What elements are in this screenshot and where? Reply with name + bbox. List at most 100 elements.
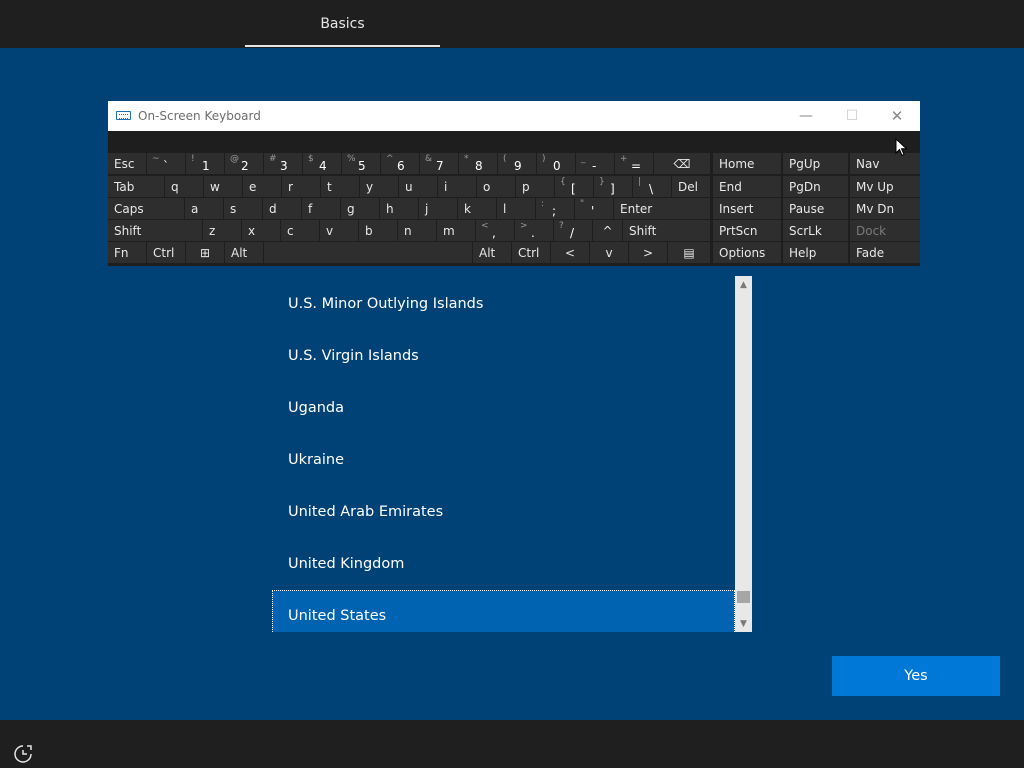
key-space[interactable] bbox=[264, 242, 472, 263]
key-s[interactable]: s bbox=[224, 198, 262, 219]
key-end[interactable]: End bbox=[713, 176, 781, 197]
list-scrollbar[interactable]: ▲ ▼ bbox=[735, 276, 752, 632]
key-left[interactable]: < bbox=[551, 242, 589, 263]
key-scrlk[interactable]: ScrLk bbox=[783, 220, 848, 241]
key-0[interactable]: ) 0 bbox=[537, 153, 575, 174]
yes-button[interactable]: Yes bbox=[832, 656, 1000, 696]
key-pause[interactable]: Pause bbox=[783, 198, 848, 219]
key-u[interactable]: u bbox=[399, 176, 437, 197]
key-tab[interactable]: Tab bbox=[108, 176, 164, 197]
key-insert[interactable]: Insert bbox=[713, 198, 781, 219]
key-slash[interactable]: ? / bbox=[554, 220, 592, 241]
key-rctrl[interactable]: Ctrl bbox=[512, 242, 550, 263]
key-lbracket[interactable]: {[ bbox=[555, 176, 593, 197]
key-caps[interactable]: Caps bbox=[108, 198, 184, 219]
key-w[interactable]: w bbox=[204, 176, 242, 197]
key-4[interactable]: $4 bbox=[303, 153, 341, 174]
key-p[interactable]: p bbox=[516, 176, 554, 197]
key-lshift[interactable]: Shift bbox=[108, 220, 202, 241]
key-2[interactable]: @2 bbox=[225, 153, 263, 174]
key-q[interactable]: q bbox=[165, 176, 203, 197]
key-help[interactable]: Help bbox=[783, 242, 848, 263]
key-g[interactable]: g bbox=[341, 198, 379, 219]
key-period[interactable]: >. bbox=[515, 220, 553, 241]
key-l[interactable]: l bbox=[497, 198, 535, 219]
key-semicolon[interactable]: :; bbox=[536, 198, 574, 219]
key-esc[interactable]: Esc bbox=[108, 153, 146, 174]
key-down[interactable]: v bbox=[590, 242, 628, 263]
list-item[interactable]: United Arab Emirates bbox=[272, 486, 735, 538]
key-minus[interactable]: _ - bbox=[576, 153, 614, 174]
key-del[interactable]: Del bbox=[672, 176, 710, 197]
key-menu[interactable]: ▤ bbox=[668, 242, 710, 263]
key-win[interactable]: ⊞ bbox=[186, 242, 224, 263]
maximize-icon[interactable]: ☐ bbox=[829, 101, 875, 131]
key-e[interactable]: e bbox=[243, 176, 281, 197]
key-nav[interactable]: Nav bbox=[850, 153, 920, 174]
ease-of-access-icon[interactable] bbox=[12, 743, 34, 765]
key-5[interactable]: % 5 bbox=[342, 153, 380, 174]
key-backslash[interactable]: | \ bbox=[633, 176, 671, 197]
key-pgup[interactable]: PgUp bbox=[783, 153, 848, 174]
key-fn[interactable]: Fn bbox=[108, 242, 146, 263]
key-h[interactable]: h bbox=[380, 198, 418, 219]
key-7[interactable]: & 7 bbox=[420, 153, 458, 174]
list-item[interactable]: Ukraine bbox=[272, 434, 735, 486]
list-item[interactable]: U.S. Minor Outlying Islands bbox=[272, 278, 735, 330]
key-comma[interactable]: <, bbox=[476, 220, 514, 241]
key-backspace[interactable]: ⌫ bbox=[654, 153, 710, 174]
tab-basics[interactable]: Basics bbox=[245, 0, 440, 48]
key-home[interactable]: Home bbox=[713, 153, 781, 174]
key-ralt[interactable]: Alt bbox=[473, 242, 511, 263]
key-r[interactable]: r bbox=[282, 176, 320, 197]
key-d[interactable]: d bbox=[263, 198, 301, 219]
key-3[interactable]: #3 bbox=[264, 153, 302, 174]
key-1[interactable]: ! 1 bbox=[186, 153, 224, 174]
key-a[interactable]: a bbox=[185, 198, 223, 219]
key-fade[interactable]: Fade bbox=[850, 242, 920, 263]
key-8[interactable]: * 8 bbox=[459, 153, 497, 174]
key-v[interactable]: v bbox=[320, 220, 358, 241]
key-i[interactable]: i bbox=[438, 176, 476, 197]
key-up[interactable]: ^ bbox=[593, 220, 622, 241]
key-t[interactable]: t bbox=[321, 176, 359, 197]
key-y[interactable]: y bbox=[360, 176, 398, 197]
key-mv-dn[interactable]: Mv Dn bbox=[850, 198, 920, 219]
key-rshift[interactable]: Shift bbox=[623, 220, 710, 241]
scrollbar-thumb[interactable] bbox=[737, 591, 750, 603]
key-o[interactable]: o bbox=[477, 176, 515, 197]
key-9[interactable]: (9 bbox=[498, 153, 536, 174]
key-mv-up[interactable]: Mv Up bbox=[850, 176, 920, 197]
key-quote[interactable]: " ' bbox=[575, 198, 613, 219]
key-k[interactable]: k bbox=[458, 198, 496, 219]
key-6[interactable]: ^ 6 bbox=[381, 153, 419, 174]
minimize-icon[interactable]: — bbox=[783, 101, 829, 131]
key-tilde[interactable]: ~ ` bbox=[147, 153, 185, 174]
scroll-up-arrow-icon[interactable]: ▲ bbox=[735, 276, 752, 293]
key-enter[interactable]: Enter bbox=[614, 198, 710, 219]
key-rbracket[interactable]: }] bbox=[594, 176, 632, 197]
list-item[interactable]: United Kingdom bbox=[272, 538, 735, 590]
osk-titlebar[interactable]: On-Screen Keyboard — ☐ ✕ bbox=[108, 101, 920, 131]
key-lctrl[interactable]: Ctrl bbox=[147, 242, 185, 263]
key-n[interactable]: n bbox=[398, 220, 436, 241]
key-b[interactable]: b bbox=[359, 220, 397, 241]
scroll-down-arrow-icon[interactable]: ▼ bbox=[735, 615, 752, 632]
key-f[interactable]: f bbox=[302, 198, 340, 219]
key-dock[interactable]: Dock bbox=[850, 220, 920, 241]
key-x[interactable]: x bbox=[242, 220, 280, 241]
key-j[interactable]: j bbox=[419, 198, 457, 219]
key-m[interactable]: m bbox=[437, 220, 475, 241]
key-lalt[interactable]: Alt bbox=[225, 242, 263, 263]
key-pgdn[interactable]: PgDn bbox=[783, 176, 848, 197]
list-item[interactable]: United States bbox=[272, 590, 735, 632]
key-prtscn[interactable]: PrtScn bbox=[713, 220, 781, 241]
key-right[interactable]: > bbox=[629, 242, 667, 263]
key-c[interactable]: c bbox=[281, 220, 319, 241]
key-z[interactable]: z bbox=[203, 220, 241, 241]
close-icon[interactable]: ✕ bbox=[874, 101, 920, 131]
key-options[interactable]: Options bbox=[713, 242, 781, 263]
list-item[interactable]: Uganda bbox=[272, 382, 735, 434]
list-item[interactable]: U.S. Virgin Islands bbox=[272, 330, 735, 382]
country-list[interactable]: U.S. Minor Outlying Islands U.S. Virgin I… bbox=[272, 276, 752, 632]
